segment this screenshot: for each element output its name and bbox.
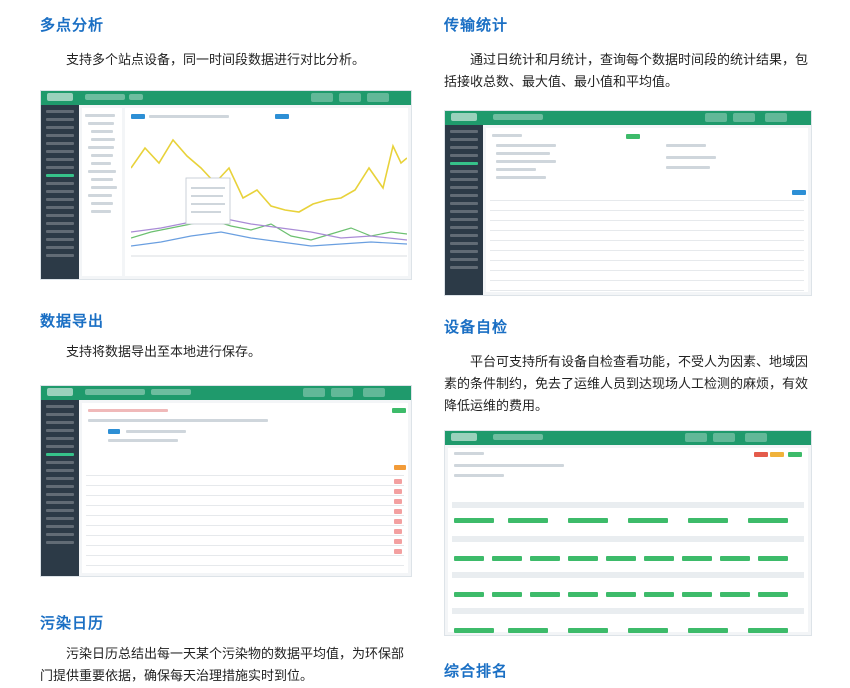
- app-header: [445, 431, 811, 445]
- app-header: [41, 91, 411, 105]
- section-title-self-check: 设备自检: [444, 318, 509, 336]
- app-header: [41, 386, 411, 400]
- app-sidebar: [41, 105, 79, 279]
- screenshot-export: [40, 385, 412, 577]
- screenshot-transmission: [444, 110, 812, 296]
- app-sidebar: [445, 125, 483, 295]
- section-text-self-check: 平台可支持所有设备自检查看功能，不受人为因素、地域因素的条件制约，免去了运维人员…: [444, 355, 809, 414]
- section-title-transmission: 传输统计: [444, 16, 509, 34]
- section-title-export: 数据导出: [40, 312, 105, 330]
- app-sidebar: [41, 400, 79, 576]
- section-title-multi-site: 多点分析: [40, 16, 105, 34]
- comparison-line-chart: [131, 138, 407, 257]
- section-text-transmission: 通过日统计和月统计，查询每个数据时间段的统计结果，包括接收总数、最大值、最小值和…: [444, 53, 809, 90]
- section-title-calendar: 污染日历: [40, 614, 105, 632]
- transmission-panel: [486, 128, 808, 292]
- section-title-ranking: 综合排名: [444, 662, 509, 680]
- screenshot-multi-site: [40, 90, 412, 280]
- site-tree: [82, 108, 122, 276]
- self-check-panel: [448, 448, 808, 633]
- multi-site-chart-panel: [125, 108, 408, 276]
- app-header: [445, 111, 811, 125]
- section-text-export: 支持将数据导出至本地进行保存。: [66, 345, 262, 360]
- section-text-multi-site: 支持多个站点设备，同一时间段数据进行对比分析。: [66, 53, 366, 68]
- screenshot-self-check: [444, 430, 812, 636]
- export-panel: [82, 403, 408, 573]
- section-text-calendar: 污染日历总结出每一天某个污染物的数据平均值，为环保部门提供重要依据，确保每天治理…: [40, 647, 405, 684]
